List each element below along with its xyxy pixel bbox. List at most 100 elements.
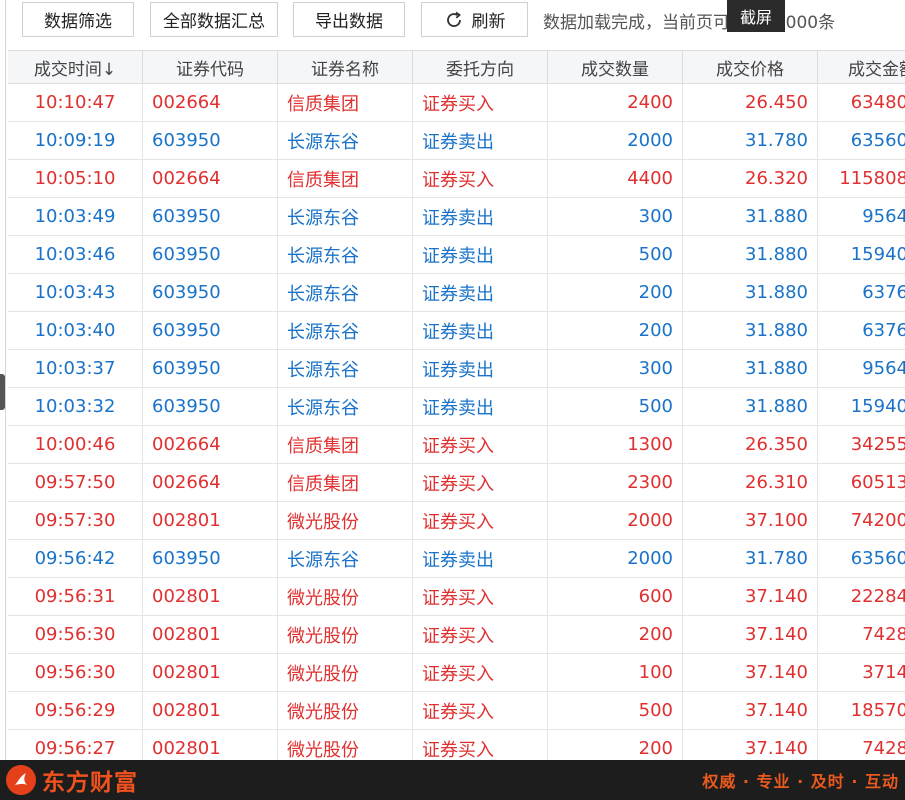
cell-time: 09:57:30	[8, 502, 143, 539]
table-row[interactable]: 10:03:49 603950 长源东谷 证券卖出 300 31.880 9564	[8, 198, 905, 236]
export-button[interactable]: 导出数据	[293, 2, 405, 37]
table-row[interactable]: 10:10:47 002664 信质集团 证券买入 2400 26.450 63480	[8, 84, 905, 122]
cell-time: 10:10:47	[8, 84, 143, 121]
cell-amount: 3714	[862, 662, 905, 683]
cell-name: 微光股份	[278, 616, 413, 653]
cell-direction: 证券卖出	[413, 274, 548, 311]
cell-price: 37.140	[683, 616, 818, 653]
cell-direction: 证券卖出	[413, 122, 548, 159]
toolbar: 数据筛选 全部数据汇总 导出数据 刷新 数据加载完成，当前页可查询10000条 …	[0, 0, 905, 45]
cell-direction: 证券买入	[413, 616, 548, 653]
refresh-icon	[446, 11, 461, 27]
summary-button[interactable]: 全部数据汇总	[150, 2, 278, 37]
cell-amount: 22284	[850, 586, 905, 607]
table-row[interactable]: 09:57:30 002801 微光股份 证券买入 2000 37.100 74200	[8, 502, 905, 540]
table-row[interactable]: 10:05:10 002664 信质集团 证券买入 4400 26.320 115808	[8, 160, 905, 198]
cell-price: 31.880	[683, 236, 818, 273]
cell-quantity: 200	[548, 274, 683, 311]
cell-direction: 证券买入	[413, 654, 548, 691]
cell-quantity: 300	[548, 198, 683, 235]
table-row[interactable]: 10:03:32 603950 长源东谷 证券卖出 500 31.880 15940	[8, 388, 905, 426]
cell-price: 26.310	[683, 464, 818, 501]
cell-price: 31.880	[683, 198, 818, 235]
table-row[interactable]: 09:56:31 002801 微光股份 证券买入 600 37.140 22284	[8, 578, 905, 616]
cell-amount: 115808	[839, 168, 905, 189]
header-time[interactable]: 成交时间↓	[8, 51, 143, 83]
cell-name: 长源东谷	[278, 198, 413, 235]
cell-code: 002801	[143, 654, 278, 691]
table-row[interactable]: 10:03:46 603950 长源东谷 证券卖出 500 31.880 15940	[8, 236, 905, 274]
cell-amount: 60513	[850, 472, 905, 493]
cell-amount: 6376	[862, 282, 905, 303]
cell-name: 微光股份	[278, 578, 413, 615]
cell-time: 09:56:30	[8, 654, 143, 691]
table-row[interactable]: 10:03:40 603950 长源东谷 证券卖出 200 31.880 6376	[8, 312, 905, 350]
cell-price: 37.100	[683, 502, 818, 539]
table-row[interactable]: 09:57:50 002664 信质集团 证券买入 2300 26.310 60513	[8, 464, 905, 502]
table-row[interactable]: 10:03:37 603950 长源东谷 证券卖出 300 31.880 9564	[8, 350, 905, 388]
cell-amount: 63480	[850, 92, 905, 113]
cell-name: 长源东谷	[278, 236, 413, 273]
cell-time: 10:05:10	[8, 160, 143, 197]
cell-direction: 证券卖出	[413, 198, 548, 235]
dongfang-logo-icon	[6, 765, 36, 795]
cell-direction: 证券卖出	[413, 236, 548, 273]
cell-code: 603950	[143, 312, 278, 349]
cell-direction: 证券卖出	[413, 312, 548, 349]
table-row[interactable]: 10:03:43 603950 长源东谷 证券卖出 200 31.880 6376	[8, 274, 905, 312]
cell-time: 10:03:49	[8, 198, 143, 235]
brand-name: 东方财富	[42, 770, 138, 796]
brand-slogan: 权威 · 专业 · 及时 · 互动	[702, 772, 899, 791]
cell-quantity: 4400	[548, 160, 683, 197]
cell-time: 10:03:37	[8, 350, 143, 387]
table-row[interactable]: 09:56:30 002801 微光股份 证券买入 100 37.140 3714	[8, 654, 905, 692]
cell-price: 26.320	[683, 160, 818, 197]
header-amount[interactable]: 成交金额	[818, 51, 905, 83]
cell-direction: 证券买入	[413, 502, 548, 539]
header-quantity[interactable]: 成交数量	[548, 51, 683, 83]
table-row[interactable]: 09:56:42 603950 长源东谷 证券卖出 2000 31.780 63560	[8, 540, 905, 578]
cell-price: 26.350	[683, 426, 818, 463]
cell-time: 10:03:43	[8, 274, 143, 311]
cell-amount: 9564	[862, 206, 905, 227]
cell-name: 信质集团	[278, 464, 413, 501]
table-row[interactable]: 09:56:30 002801 微光股份 证券买入 200 37.140 7428	[8, 616, 905, 654]
cell-amount: 63560	[850, 548, 905, 569]
cell-amount: 18570	[850, 700, 905, 721]
table-row[interactable]: 10:00:46 002664 信质集团 证券买入 1300 26.350 34255	[8, 426, 905, 464]
cell-time: 10:03:46	[8, 236, 143, 273]
cell-name: 长源东谷	[278, 350, 413, 387]
table-header: 成交时间↓ 证券代码 证券名称 委托方向 成交数量 成交价格 成交金额	[8, 50, 905, 84]
cell-direction: 证券买入	[413, 578, 548, 615]
cell-direction: 证券买入	[413, 84, 548, 121]
header-name[interactable]: 证券名称	[278, 51, 413, 83]
cell-direction: 证券买入	[413, 464, 548, 501]
cell-code: 002664	[143, 160, 278, 197]
cell-amount: 34255	[850, 434, 905, 455]
cell-name: 长源东谷	[278, 540, 413, 577]
cell-code: 002801	[143, 616, 278, 653]
cell-quantity: 2400	[548, 84, 683, 121]
header-direction[interactable]: 委托方向	[413, 51, 548, 83]
refresh-button[interactable]: 刷新	[421, 2, 528, 37]
cell-name: 微光股份	[278, 654, 413, 691]
header-price[interactable]: 成交价格	[683, 51, 818, 83]
cell-code: 603950	[143, 274, 278, 311]
table-row[interactable]: 09:56:29 002801 微光股份 证券买入 500 37.140 18570	[8, 692, 905, 730]
table-row[interactable]: 10:09:19 603950 长源东谷 证券卖出 2000 31.780 63560	[8, 122, 905, 160]
cell-time: 10:03:32	[8, 388, 143, 425]
cell-direction: 证券卖出	[413, 388, 548, 425]
cell-quantity: 200	[548, 312, 683, 349]
filter-button[interactable]: 数据筛选	[22, 2, 134, 37]
cell-name: 信质集团	[278, 426, 413, 463]
cell-code: 002664	[143, 84, 278, 121]
cell-quantity: 300	[548, 350, 683, 387]
cell-price: 31.880	[683, 312, 818, 349]
brand-footer: 东方财富 权威 · 专业 · 及时 · 互动	[0, 760, 905, 800]
cell-price: 31.780	[683, 540, 818, 577]
cell-price: 37.140	[683, 654, 818, 691]
cell-price: 37.140	[683, 578, 818, 615]
cell-amount: 9564	[862, 358, 905, 379]
header-code[interactable]: 证券代码	[143, 51, 278, 83]
side-scroll-handle[interactable]	[0, 374, 5, 410]
